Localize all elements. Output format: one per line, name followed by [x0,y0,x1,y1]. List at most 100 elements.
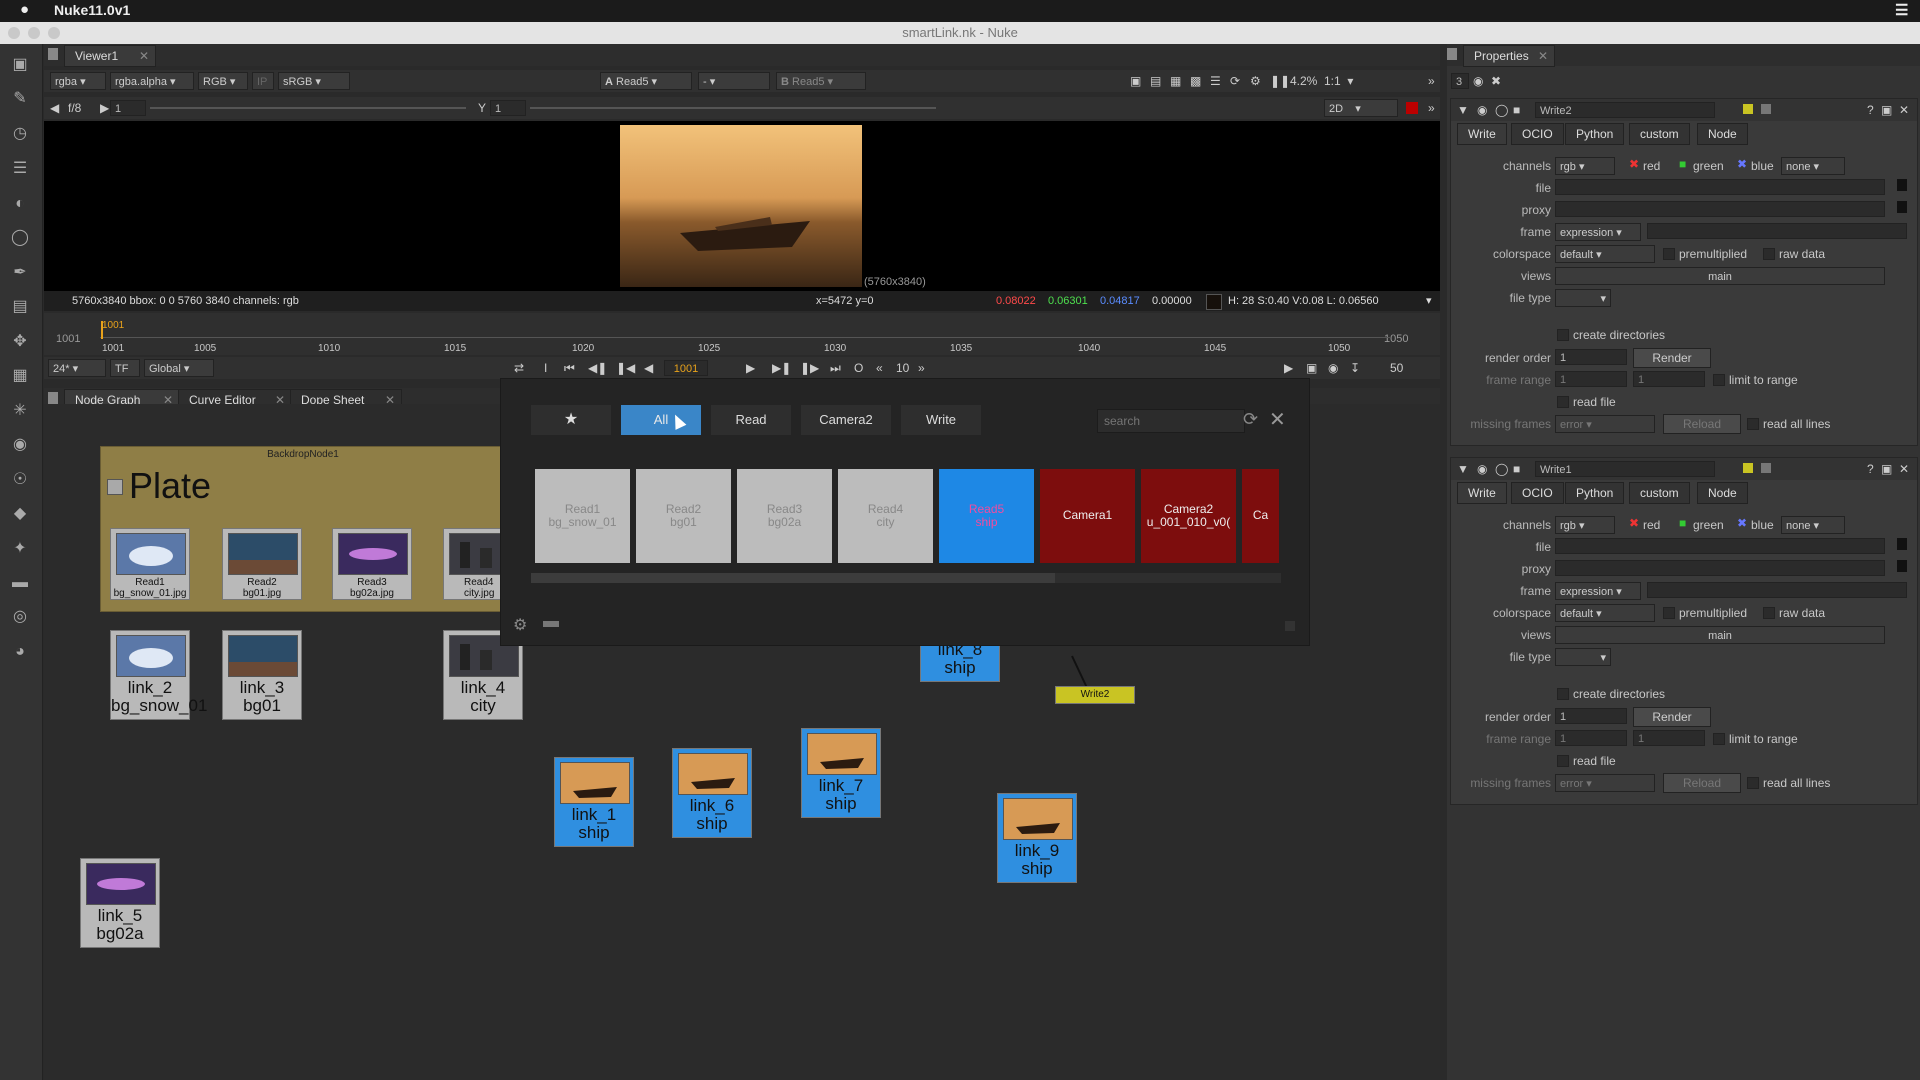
alpha-dropdown[interactable]: rgba.alpha ▾ [110,72,194,90]
close-window-button[interactable] [8,27,20,39]
read-file-checkbox[interactable] [1557,755,1569,767]
backdrop-lock-icon[interactable] [107,479,123,495]
apple-icon[interactable]: ● [20,1,29,18]
link-node[interactable]: link_7 ship [801,728,881,818]
node-toggle-icon[interactable]: ◉ [1477,460,1487,478]
render-order-field[interactable]: 1 [1555,349,1627,365]
proxy-field[interactable] [1555,560,1885,576]
float-panel-icon[interactable]: ▣ [1881,460,1892,478]
node-toggle-icon[interactable]: ◉ [1477,101,1487,119]
3d-tool-icon[interactable]: ▦ [9,365,31,387]
views-select[interactable]: main [1555,267,1885,285]
viewer-canvas[interactable]: (5760x3840) [44,121,1440,291]
search-input[interactable] [1097,409,1245,433]
file-field[interactable] [1555,179,1885,195]
premultiplied-checkbox[interactable] [1663,248,1675,260]
green-checkbox[interactable]: ■ [1679,157,1686,171]
out-point-button[interactable]: O [854,359,863,377]
rgb-dropdown[interactable]: RGB ▾ [198,72,248,90]
viewer-pane-menu-icon[interactable] [48,48,58,60]
gamma-slider[interactable] [530,107,936,109]
subtab-node[interactable]: Node [1697,123,1748,145]
app-name[interactable]: Nuke11.0v1 [54,2,130,18]
safe-area-icon[interactable]: ▤ [1150,72,1161,90]
missing-frames-select[interactable]: error ▾ [1555,415,1655,433]
red-checkbox[interactable]: ✖ [1629,516,1639,530]
node-name-field[interactable]: Write2 [1535,102,1715,118]
metadata-tool-icon[interactable]: ◆ [9,503,31,525]
other-tool-icon[interactable]: ▬ [9,572,31,594]
flipbook-icon[interactable]: ▶ [1284,359,1293,377]
limit-to-range-checkbox[interactable] [1713,374,1725,386]
mask-icon[interactable]: ▦ [1170,72,1181,90]
subtab-ocio[interactable]: OCIO [1511,482,1564,504]
link-node[interactable]: link_1 ship [554,757,634,847]
raw-data-checkbox[interactable] [1763,248,1775,260]
zoom-value[interactable]: 4.2% [1290,72,1317,90]
tab-write[interactable]: Write [901,405,981,435]
help-icon[interactable]: ? [1867,101,1874,119]
close-tab-icon[interactable]: ✕ [139,46,149,66]
node-link-icon[interactable]: ◯ [1495,101,1508,119]
ip-button[interactable]: IP [252,72,274,90]
clear-properties-icon[interactable]: ✖ [1491,72,1501,90]
file-browse-icon[interactable] [1897,538,1907,550]
node-card[interactable]: Read2 bg01 [636,469,731,563]
channels-select[interactable]: rgb ▾ [1555,157,1615,175]
viewer-expand-icon[interactable]: » [1428,72,1435,90]
cards-scrollbar-thumb[interactable] [531,573,1055,583]
read-file-checkbox[interactable] [1557,396,1569,408]
frame-range-start-field[interactable]: 1 [1555,730,1627,746]
cards-scrollbar[interactable] [531,573,1281,583]
limit-to-range-checkbox[interactable] [1713,733,1725,745]
gear-viewer-icon[interactable]: ⚙ [1250,72,1261,90]
gain-slider[interactable] [150,107,466,109]
menu-list-icon[interactable]: ☰ [1895,1,1908,19]
lut-dropdown[interactable]: sRGB ▾ [278,72,350,90]
subtab-custom[interactable]: custom [1629,123,1690,145]
premultiplied-checkbox[interactable] [1663,607,1675,619]
a-input-dropdown[interactable]: A Read5 ▾ [600,72,692,90]
nukex-tool-icon[interactable]: ◕ [9,641,31,663]
tile-color-swatch[interactable] [1743,463,1753,473]
collapse-panel-icon[interactable]: ▼ [1457,101,1469,119]
node-link-icon[interactable]: ◯ [1495,460,1508,478]
proxy-browse-icon[interactable] [1897,201,1907,213]
time-tool-icon[interactable]: ◷ [9,123,31,145]
views-select[interactable]: main [1555,626,1885,644]
node-card[interactable]: Ca [1242,469,1279,563]
color-tool-icon[interactable]: ◐ [9,193,31,215]
lut-icon[interactable]: ▩ [1190,72,1201,90]
reload-button[interactable]: Reload [1663,773,1741,793]
playback-loop-icon[interactable]: ⇄ [514,359,524,377]
current-frame-field[interactable]: 1001 [664,360,708,376]
play-forward-icon[interactable]: ▶ [746,359,755,377]
frame-range-end-field[interactable]: 1 [1633,371,1705,387]
prev-frame-icon[interactable]: ❚◀ [616,359,635,377]
step-forward-icon[interactable]: » [918,359,925,377]
float-panel-icon[interactable]: ▣ [1881,101,1892,119]
step-back-icon[interactable]: « [876,359,883,377]
roi-icon[interactable]: ▣ [1130,72,1141,90]
node-color-icon[interactable]: ■ [1513,101,1520,119]
resize-handle-icon[interactable] [1285,621,1295,631]
refresh-icon[interactable]: ⟳ [1243,409,1258,430]
alpha-channel-select[interactable]: none ▾ [1781,157,1845,175]
link-node[interactable]: link_9 ship [997,793,1077,883]
node-card[interactable]: Camera1 [1040,469,1135,563]
deep-tool-icon[interactable]: ◉ [9,434,31,456]
prev-key-icon[interactable]: ◀❚ [588,359,607,377]
capture-icon[interactable]: ▣ [1306,359,1317,377]
go-end-icon[interactable]: ⏭ [830,359,841,377]
node-card-selected[interactable]: Read5 ship [939,469,1034,563]
fstop-value[interactable]: f/8 [68,99,81,117]
fps-dropdown[interactable]: 24* ▾ [48,359,106,377]
viewer-pause-indicator[interactable] [1406,102,1418,114]
create-directories-checkbox[interactable] [1557,329,1569,341]
node-card[interactable]: Camera2 u_001_010_v0( [1141,469,1236,563]
subtab-write[interactable]: Write [1457,123,1507,145]
read-node[interactable]: Read1 bg_snow_01.jpg [110,528,190,600]
settings-gear-icon[interactable]: ⚙ [513,615,527,635]
merge-tool-icon[interactable]: ▤ [9,296,31,318]
b-input-dropdown[interactable]: B Read5 ▾ [776,72,866,90]
